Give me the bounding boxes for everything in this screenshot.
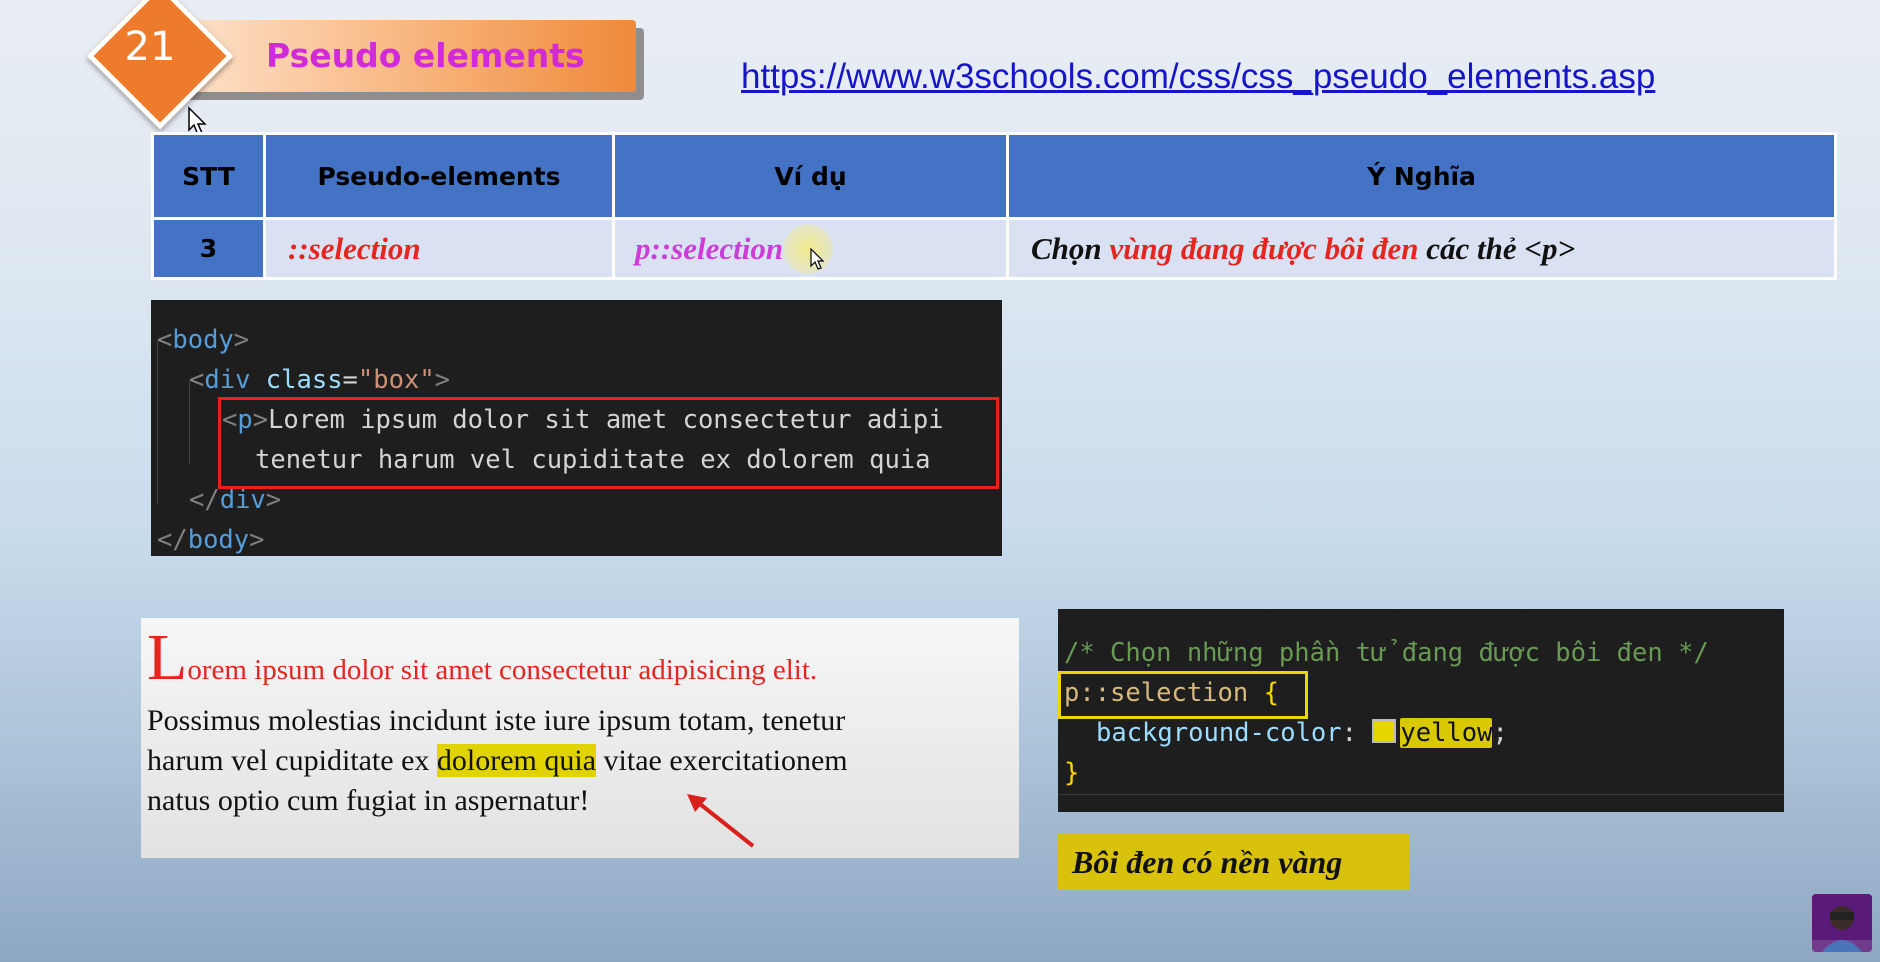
code-line-1: <body>: [157, 325, 250, 355]
cell-meaning: Chọn vùng đang được bôi đen các thẻ <p>: [1006, 217, 1837, 280]
code-line-6: </body>: [157, 525, 265, 555]
p-tag-highlight-box: [218, 397, 999, 489]
drop-cap: L: [147, 621, 188, 694]
table-row: 3 ::selection p::selection Chọn vùng đan…: [151, 217, 1837, 280]
page-title: Pseudo elements: [266, 36, 585, 75]
header-example: Ví dụ: [612, 132, 1009, 220]
css-declaration-line: background-color: yellow;: [1096, 718, 1508, 748]
selector-highlight-box: [1058, 671, 1308, 719]
demo-first-line: Lorem ipsum dolor sit amet consectetur a…: [147, 621, 818, 694]
lesson-number: 21: [124, 24, 176, 70]
reference-link[interactable]: https://www.w3schools.com/css/css_pseudo…: [741, 57, 1655, 97]
css-code-block: /* Chọn những phần tử đang được bôi đen …: [1058, 609, 1784, 812]
css-value-yellow: yellow: [1400, 718, 1493, 748]
html-code-block: <body> <div class="box"> <p>Lorem ipsum …: [151, 300, 1002, 556]
header-pseudo-elements: Pseudo-elements: [263, 132, 615, 220]
arrow-annotation-icon: [687, 794, 755, 848]
example-text: p::selection: [635, 230, 784, 266]
demo-line-4: natus optio cum fugiat in aspernatur!: [147, 784, 590, 817]
channel-avatar-icon[interactable]: [1812, 894, 1872, 952]
meaning-highlight: vùng đang được bôi đen: [1109, 230, 1419, 266]
caption-label: Bôi đen có nền vàng: [1058, 834, 1409, 890]
css-comment-line: /* Chọn những phần tử đang được bôi đen …: [1064, 638, 1709, 668]
color-swatch: [1372, 719, 1397, 743]
header-meaning: Ý Nghĩa: [1006, 132, 1837, 220]
title-banner: Pseudo elements: [170, 20, 636, 92]
table-header-row: STT Pseudo-elements Ví dụ Ý Nghĩa: [151, 132, 1837, 220]
pseudo-elements-table: STT Pseudo-elements Ví dụ Ý Nghĩa 3 ::se…: [151, 132, 1837, 280]
cell-pseudo: ::selection: [263, 217, 615, 280]
selected-text: dolorem quia: [436, 744, 597, 777]
editor-divider: [1058, 794, 1784, 795]
header-stt: STT: [151, 132, 266, 220]
demo-line-3: harum vel cupiditate ex dolorem quia vit…: [147, 744, 848, 777]
meaning-part-a: Chọn: [1031, 230, 1110, 266]
code-line-2: <div class="box">: [189, 365, 451, 395]
cell-stt: 3: [151, 217, 266, 280]
demo-output-panel: Lorem ipsum dolor sit amet consectetur a…: [141, 618, 1019, 858]
meaning-part-b: các thẻ <p>: [1418, 230, 1576, 266]
demo-line-2: Possimus molestias incidunt iste iure ip…: [147, 704, 846, 737]
mouse-cursor-icon: [810, 248, 825, 270]
cell-example: p::selection: [612, 217, 1009, 280]
css-close-line: }: [1064, 758, 1080, 788]
